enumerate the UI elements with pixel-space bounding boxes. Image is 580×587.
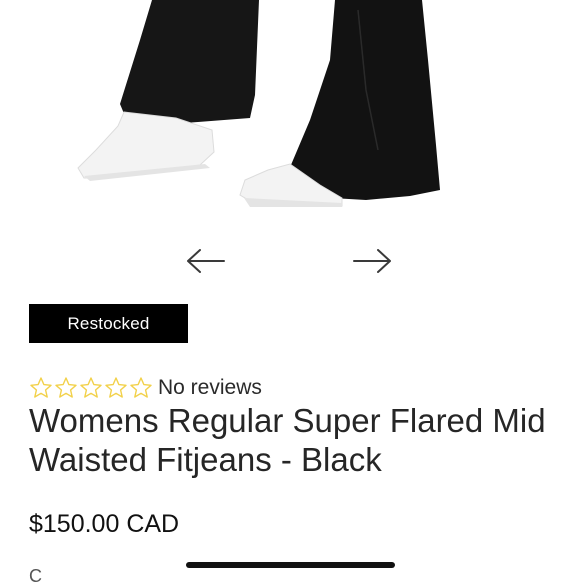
product-image[interactable]	[0, 0, 580, 232]
gallery-next-button[interactable]	[352, 243, 392, 279]
star-outline-icon[interactable]	[79, 376, 103, 400]
gallery-prev-button[interactable]	[186, 243, 226, 279]
arrow-right-icon	[353, 249, 391, 273]
product-price: $150.00 CAD	[29, 510, 180, 538]
home-indicator[interactable]	[186, 562, 395, 568]
star-outline-icon[interactable]	[54, 376, 78, 400]
star-rating[interactable]	[29, 376, 153, 400]
product-title: Womens Regular Super Flared Mid Waisted …	[29, 402, 546, 478]
rating-row[interactable]: No reviews	[29, 374, 262, 402]
arrow-left-icon	[187, 249, 225, 273]
restocked-badge: Restocked	[29, 304, 188, 343]
star-outline-icon[interactable]	[29, 376, 53, 400]
star-outline-icon[interactable]	[104, 376, 128, 400]
reviews-count-text[interactable]: No reviews	[158, 376, 262, 400]
star-outline-icon[interactable]	[129, 376, 153, 400]
next-section-label: C	[29, 566, 42, 586]
product-photo	[77, 0, 440, 207]
badge-label: Restocked	[67, 313, 150, 333]
